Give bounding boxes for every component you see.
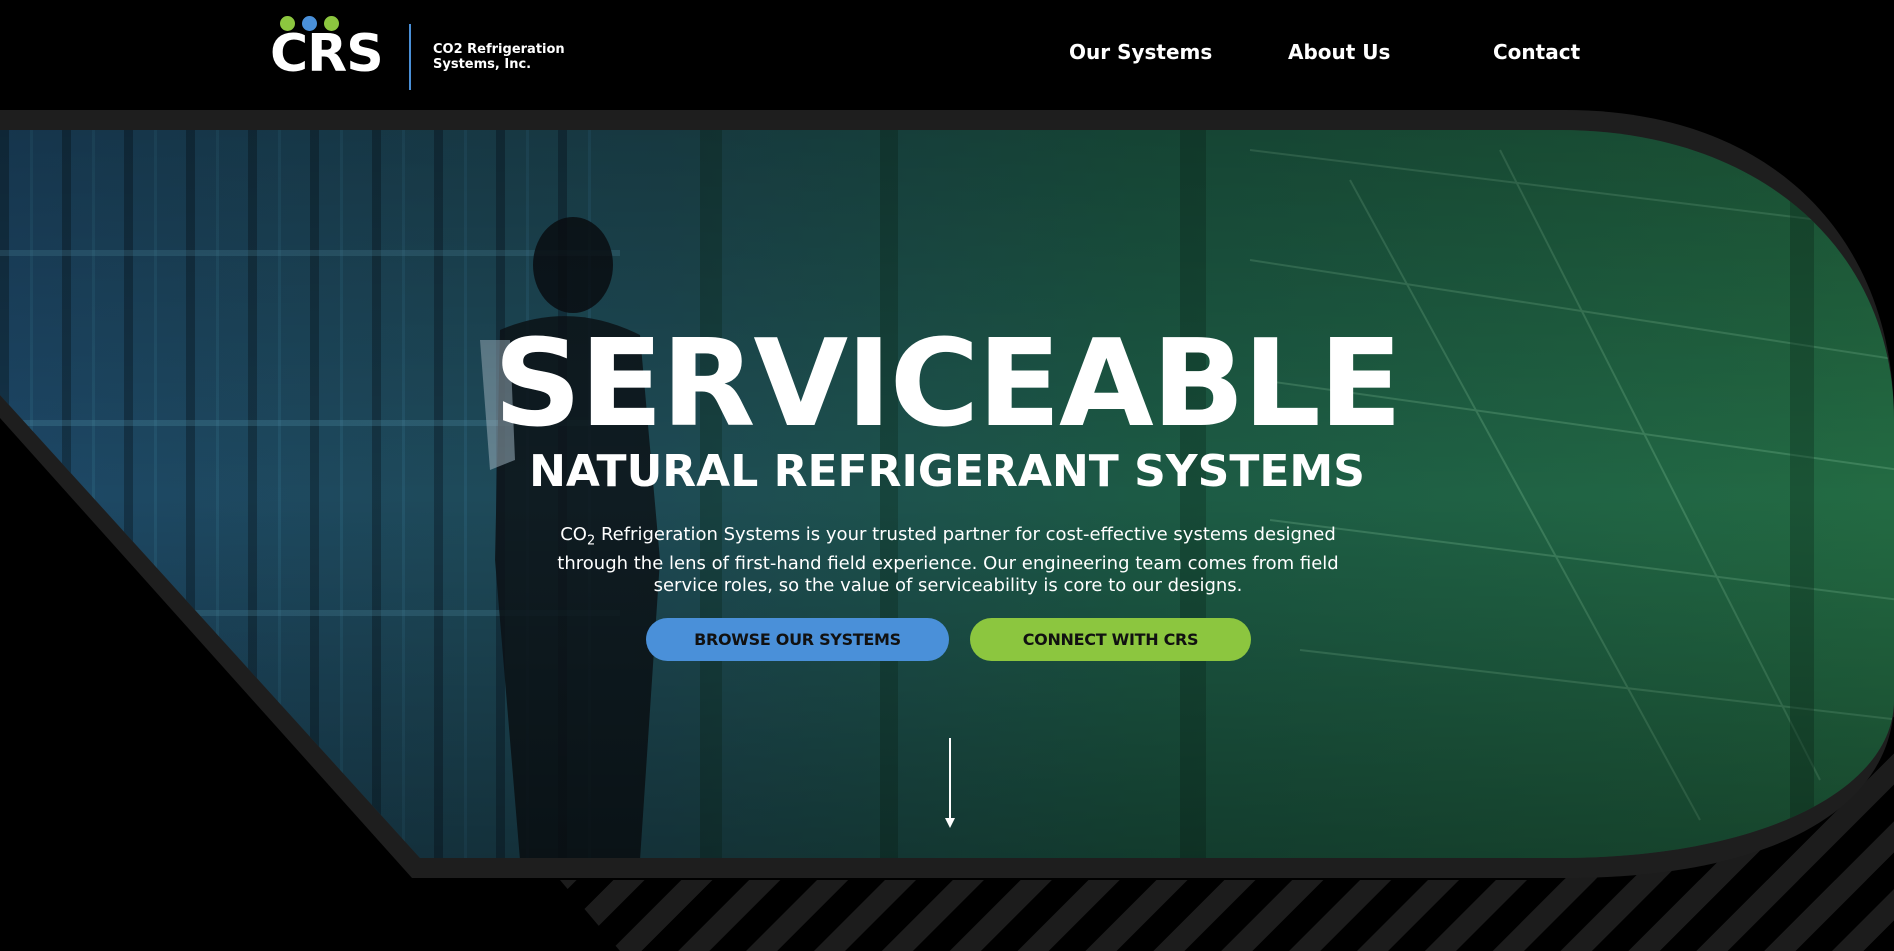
hero-headline: SERVICEABLE — [493, 315, 1403, 454]
arrow-down-icon[interactable] — [944, 738, 956, 830]
nav-contact[interactable]: Contact — [1493, 40, 1580, 64]
description-subscript: 2 — [586, 533, 596, 549]
site-header: CRS CO2 Refrigeration Systems, Inc. Our … — [0, 0, 1894, 110]
connect-with-crs-button[interactable]: CONNECT WITH CRS — [970, 618, 1251, 661]
browse-systems-button[interactable]: BROWSE OUR SYSTEMS — [646, 618, 949, 661]
main-nav: Our Systems About Us Contact — [0, 40, 1894, 70]
hero-section: SERVICEABLE NATURAL REFRIGERANT SYSTEMS … — [0, 0, 1894, 951]
nav-about-us[interactable]: About Us — [1288, 40, 1390, 64]
hero-subheadline: NATURAL REFRIGERANT SYSTEMS — [529, 446, 1365, 497]
hero-description: CO2 Refrigeration Systems is your truste… — [530, 524, 1366, 597]
nav-our-systems[interactable]: Our Systems — [1069, 40, 1212, 64]
description-co: CO — [560, 524, 587, 545]
description-text: Refrigeration Systems is your trusted pa… — [557, 524, 1339, 596]
